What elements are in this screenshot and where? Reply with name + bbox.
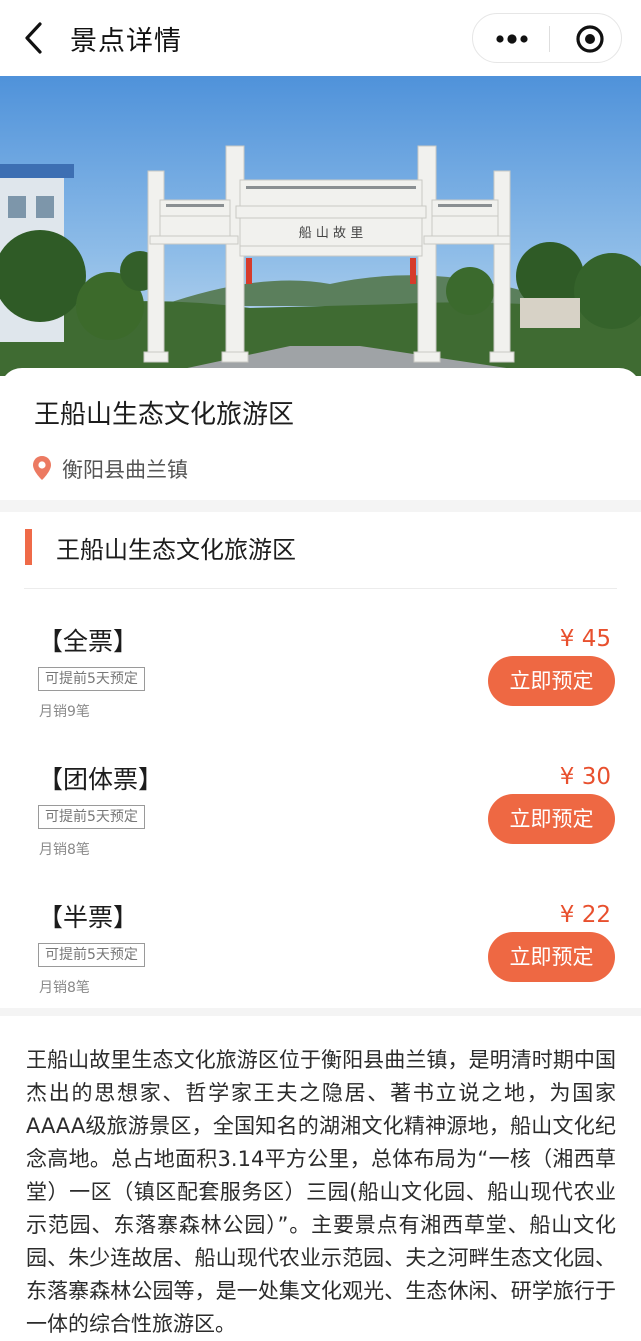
ticket-name: 【全票】 [38,627,139,656]
spot-info-card: 王船山生态文化旅游区 衡阳县曲兰镇 [0,368,641,500]
location-pin-icon [33,456,51,480]
more-dots-icon [496,34,528,44]
back-button[interactable] [18,18,54,58]
section-accent-bar [25,529,32,565]
advance-booking-tag: 可提前5天预定 [38,667,145,691]
ticket-section: 王船山生态文化旅游区 【全票】 可提前5天预定 月销9笔 ¥ 45 立即预定 【… [0,512,641,1008]
section-header: 王船山生态文化旅游区 [0,512,641,590]
book-now-button[interactable]: 立即预定 [488,932,615,982]
section-title: 王船山生态文化旅游区 [56,536,296,564]
page-title: 景点详情 [70,26,182,57]
gate-plaque-text: 船 山 故 里 [299,226,363,241]
ticket-price: ¥ 30 [559,764,611,790]
memorial-gate-illustration: 船 山 故 里 [0,76,641,376]
navbar: 景点详情 [0,0,641,76]
section-divider [0,1008,641,1016]
section-divider-line [24,588,617,589]
advance-booking-tag: 可提前5天预定 [38,943,145,967]
ticket-name: 【半票】 [38,903,139,932]
mini-program-capsule [472,13,622,63]
book-now-button[interactable]: 立即预定 [488,794,615,844]
close-button[interactable] [550,14,622,62]
spot-description: 王船山故里生态文化旅游区位于衡阳县曲兰镇，是明清时期中国杰出的思想家、哲学家王夫… [26,1048,616,1336]
book-now-button[interactable]: 立即预定 [488,656,615,706]
monthly-sales: 月销9笔 [39,704,90,720]
monthly-sales: 月销8笔 [39,842,90,858]
ticket-price: ¥ 45 [559,626,611,652]
ticket-name: 【团体票】 [38,765,164,794]
monthly-sales: 月销8笔 [39,980,90,996]
spot-location-text: 衡阳县曲兰镇 [62,458,188,482]
spot-name: 王船山生态文化旅游区 [34,400,295,430]
advance-booking-tag: 可提前5天预定 [38,805,145,829]
more-button[interactable] [473,14,549,62]
ticket-price: ¥ 22 [559,902,611,928]
section-divider [0,500,641,512]
ticket-item-full: 【全票】 可提前5天预定 月销9笔 ¥ 45 立即预定 [0,622,641,746]
hero-image: 船 山 故 里 [0,76,641,376]
target-circle-icon [576,25,604,53]
ticket-item-group: 【团体票】 可提前5天预定 月销8笔 ¥ 30 立即预定 [0,760,641,884]
chevron-left-icon [25,22,42,54]
ticket-item-half: 【半票】 可提前5天预定 月销8笔 ¥ 22 立即预定 [0,898,641,1022]
